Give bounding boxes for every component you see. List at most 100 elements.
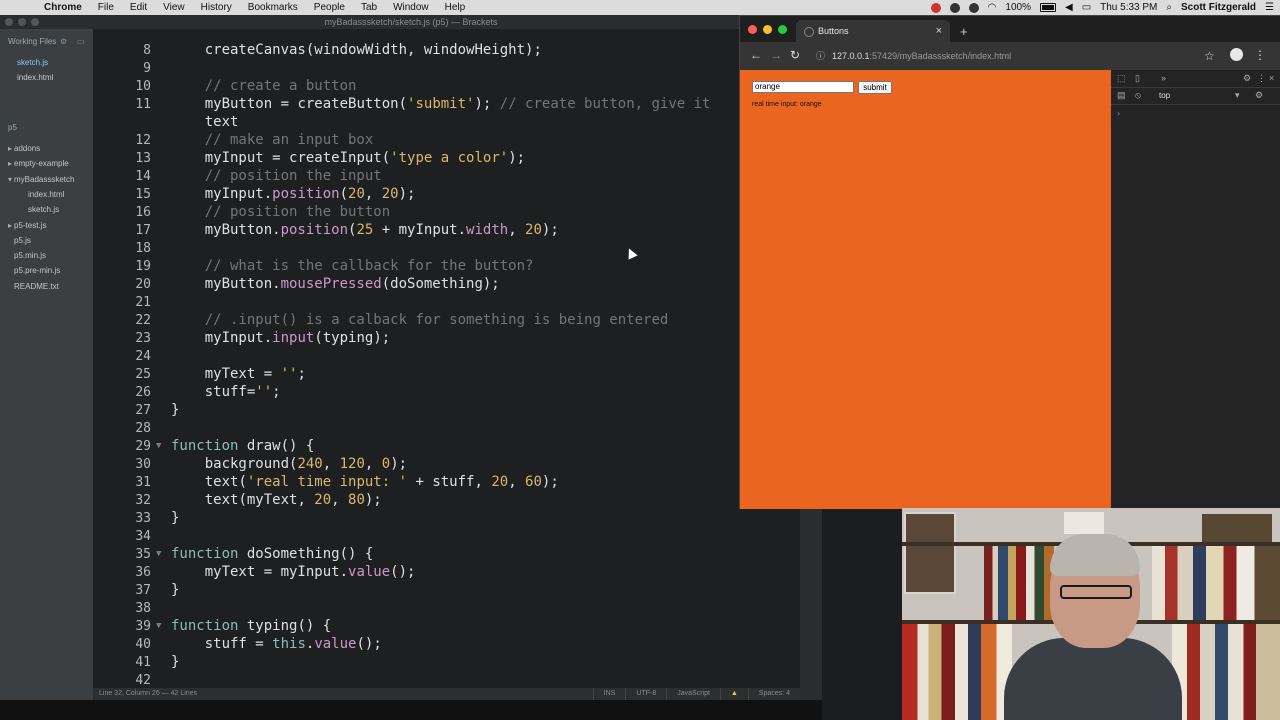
address-bar[interactable]: ⓘ 127.0.0.1:57429/myBadasssketch/index.h… <box>812 47 1228 65</box>
clear-console-icon[interactable]: ⦸ <box>1135 90 1141 101</box>
chrome-menu-icon[interactable]: ⋮ <box>1254 48 1266 62</box>
battery-icon[interactable] <box>1039 3 1056 12</box>
more-panels-icon[interactable]: » <box>1161 73 1166 83</box>
color-input[interactable]: orange <box>752 81 854 93</box>
menu-view[interactable]: View <box>155 0 193 15</box>
record-status-icon[interactable] <box>930 2 941 13</box>
tree-item[interactable]: ▸ addons <box>8 144 40 153</box>
execution-context-select[interactable]: top <box>1159 91 1170 100</box>
linter-warning-icon[interactable]: ▲ <box>719 688 748 700</box>
code-line[interactable]: // make an input box <box>171 132 374 148</box>
working-file-index-html[interactable]: index.html <box>17 73 53 82</box>
submit-button[interactable]: submit <box>858 81 892 94</box>
close-window-button[interactable] <box>5 18 13 26</box>
console-settings-icon[interactable]: ⚙ <box>1255 90 1263 101</box>
working-file-sketch-js[interactable]: sketch.js <box>17 58 48 67</box>
code-line[interactable]: myText = ''; <box>171 366 306 382</box>
menu-history[interactable]: History <box>193 0 240 15</box>
fold-toggle-icon[interactable]: ▼ <box>156 621 161 631</box>
code-line[interactable]: text(myText, 20, 80); <box>171 492 382 508</box>
code-line[interactable]: } <box>171 402 179 418</box>
tree-item[interactable]: ▸ empty-example <box>8 159 69 168</box>
tree-item[interactable]: p5.pre-min.js <box>8 266 60 275</box>
code-line[interactable]: text('real time input: ' + stuff, 20, 60… <box>171 474 559 490</box>
device-toolbar-icon[interactable]: ▯ <box>1135 73 1140 84</box>
code-line[interactable]: } <box>171 654 179 670</box>
indent-setting[interactable]: Spaces: 4 <box>747 688 800 700</box>
profile-avatar-icon[interactable] <box>1230 48 1243 61</box>
clock[interactable]: Thu 5:33 PM <box>1100 0 1157 15</box>
devtools-close-icon[interactable]: × <box>1269 73 1274 83</box>
zoom-window-button[interactable] <box>31 18 39 26</box>
menu-window[interactable]: Window <box>385 0 437 15</box>
code-line[interactable]: stuff = this.value(); <box>171 636 382 652</box>
code-line[interactable]: myButton = createButton('submit'); // cr… <box>171 96 711 112</box>
p5-sketch-canvas[interactable]: orange submit real time input: orange <box>740 70 1111 509</box>
code-line[interactable]: stuff=''; <box>171 384 281 400</box>
code-line[interactable]: // create a button <box>171 78 357 94</box>
code-line[interactable]: // position the button <box>171 204 390 220</box>
code-line[interactable]: myInput = createInput('type a color'); <box>171 150 525 166</box>
close-tab-icon[interactable]: × <box>936 20 942 42</box>
console-prompt-icon[interactable]: › <box>1117 108 1120 118</box>
menu-file[interactable]: File <box>90 0 122 15</box>
encoding-select[interactable]: UTF-8 <box>625 688 666 700</box>
code-line[interactable]: function draw() { <box>171 438 314 454</box>
menu-people[interactable]: People <box>306 0 353 15</box>
menu-help[interactable]: Help <box>437 0 474 15</box>
tree-item[interactable]: p5.min.js <box>8 251 46 260</box>
code-line[interactable]: text <box>171 114 239 130</box>
tree-item[interactable]: README.txt <box>8 282 59 291</box>
user-name[interactable]: Scott Fitzgerald <box>1181 0 1256 15</box>
reload-icon[interactable]: ↻ <box>790 48 800 62</box>
insert-mode[interactable]: INS <box>592 688 626 700</box>
vpn-icon[interactable] <box>968 2 979 13</box>
code-line[interactable]: } <box>171 582 179 598</box>
minimize-window-button[interactable] <box>18 18 26 26</box>
chrome-close-button[interactable] <box>748 25 757 34</box>
code-line[interactable]: } <box>171 510 179 526</box>
display-icon[interactable]: ▭ <box>1082 0 1091 15</box>
code-line[interactable]: // what is the callback for the button? <box>171 258 534 274</box>
devtools-menu-icon[interactable]: ⋮ <box>1257 73 1266 84</box>
code-line[interactable]: function doSomething() { <box>171 546 373 562</box>
tree-item[interactable]: p5.js <box>8 236 31 245</box>
code-line[interactable]: background(240, 120, 0); <box>171 456 407 472</box>
console-sidebar-icon[interactable]: ▤ <box>1117 90 1126 101</box>
code-line[interactable]: // position the input <box>171 168 382 184</box>
code-line[interactable]: myInput.position(20, 20); <box>171 186 416 202</box>
code-line[interactable]: myButton.mousePressed(doSomething); <box>171 276 500 292</box>
code-line[interactable]: myText = myInput.value(); <box>171 564 416 580</box>
code-editor[interactable]: 8 createCanvas(windowWidth, windowHeight… <box>93 29 800 688</box>
devtools-settings-icon[interactable]: ⚙ <box>1243 73 1251 84</box>
tab-buttons[interactable]: Buttons × <box>796 20 950 42</box>
menu-tab[interactable]: Tab <box>353 0 385 15</box>
info-icon[interactable]: ⓘ <box>816 47 825 65</box>
fold-toggle-icon[interactable]: ▼ <box>156 441 161 451</box>
tree-item[interactable]: sketch.js <box>22 205 59 214</box>
code-line[interactable]: myButton.position(25 + myInput.width, 20… <box>171 222 559 238</box>
tree-item[interactable]: ▸ p5-test.js <box>8 221 46 230</box>
new-tab-icon[interactable]: + <box>960 24 968 39</box>
menu-bookmarks[interactable]: Bookmarks <box>240 0 306 15</box>
code-line[interactable]: createCanvas(windowWidth, windowHeight); <box>171 42 542 58</box>
split-view-icon[interactable]: ▭ <box>77 37 85 46</box>
chrome-minimize-button[interactable] <box>763 25 772 34</box>
code-line[interactable]: myInput.input(typing); <box>171 330 390 346</box>
inspect-element-icon[interactable]: ⬚ <box>1117 73 1126 84</box>
chrome-zoom-button[interactable] <box>778 25 787 34</box>
tree-item[interactable]: ▾ myBadasssketch <box>8 175 74 184</box>
context-dropdown-icon[interactable]: ▾ <box>1235 90 1240 101</box>
menu-app-name[interactable]: Chrome <box>36 0 90 15</box>
language-select[interactable]: JavaScript <box>666 688 720 700</box>
forward-icon[interactable]: → <box>770 48 782 62</box>
volume-icon[interactable]: ◀ <box>1065 0 1073 15</box>
spotlight-search-icon[interactable]: ⌕ <box>1166 0 1172 15</box>
code-line[interactable]: // .input() is a calback for something i… <box>171 312 669 328</box>
menu-edit[interactable]: Edit <box>122 0 155 15</box>
tree-item[interactable]: index.html <box>22 190 64 199</box>
gear-icon[interactable]: ⚙ <box>60 37 67 46</box>
code-line[interactable]: function typing() { <box>171 618 331 634</box>
project-title[interactable]: p5 <box>8 123 17 132</box>
notification-center-icon[interactable]: ☰ <box>1265 0 1274 15</box>
